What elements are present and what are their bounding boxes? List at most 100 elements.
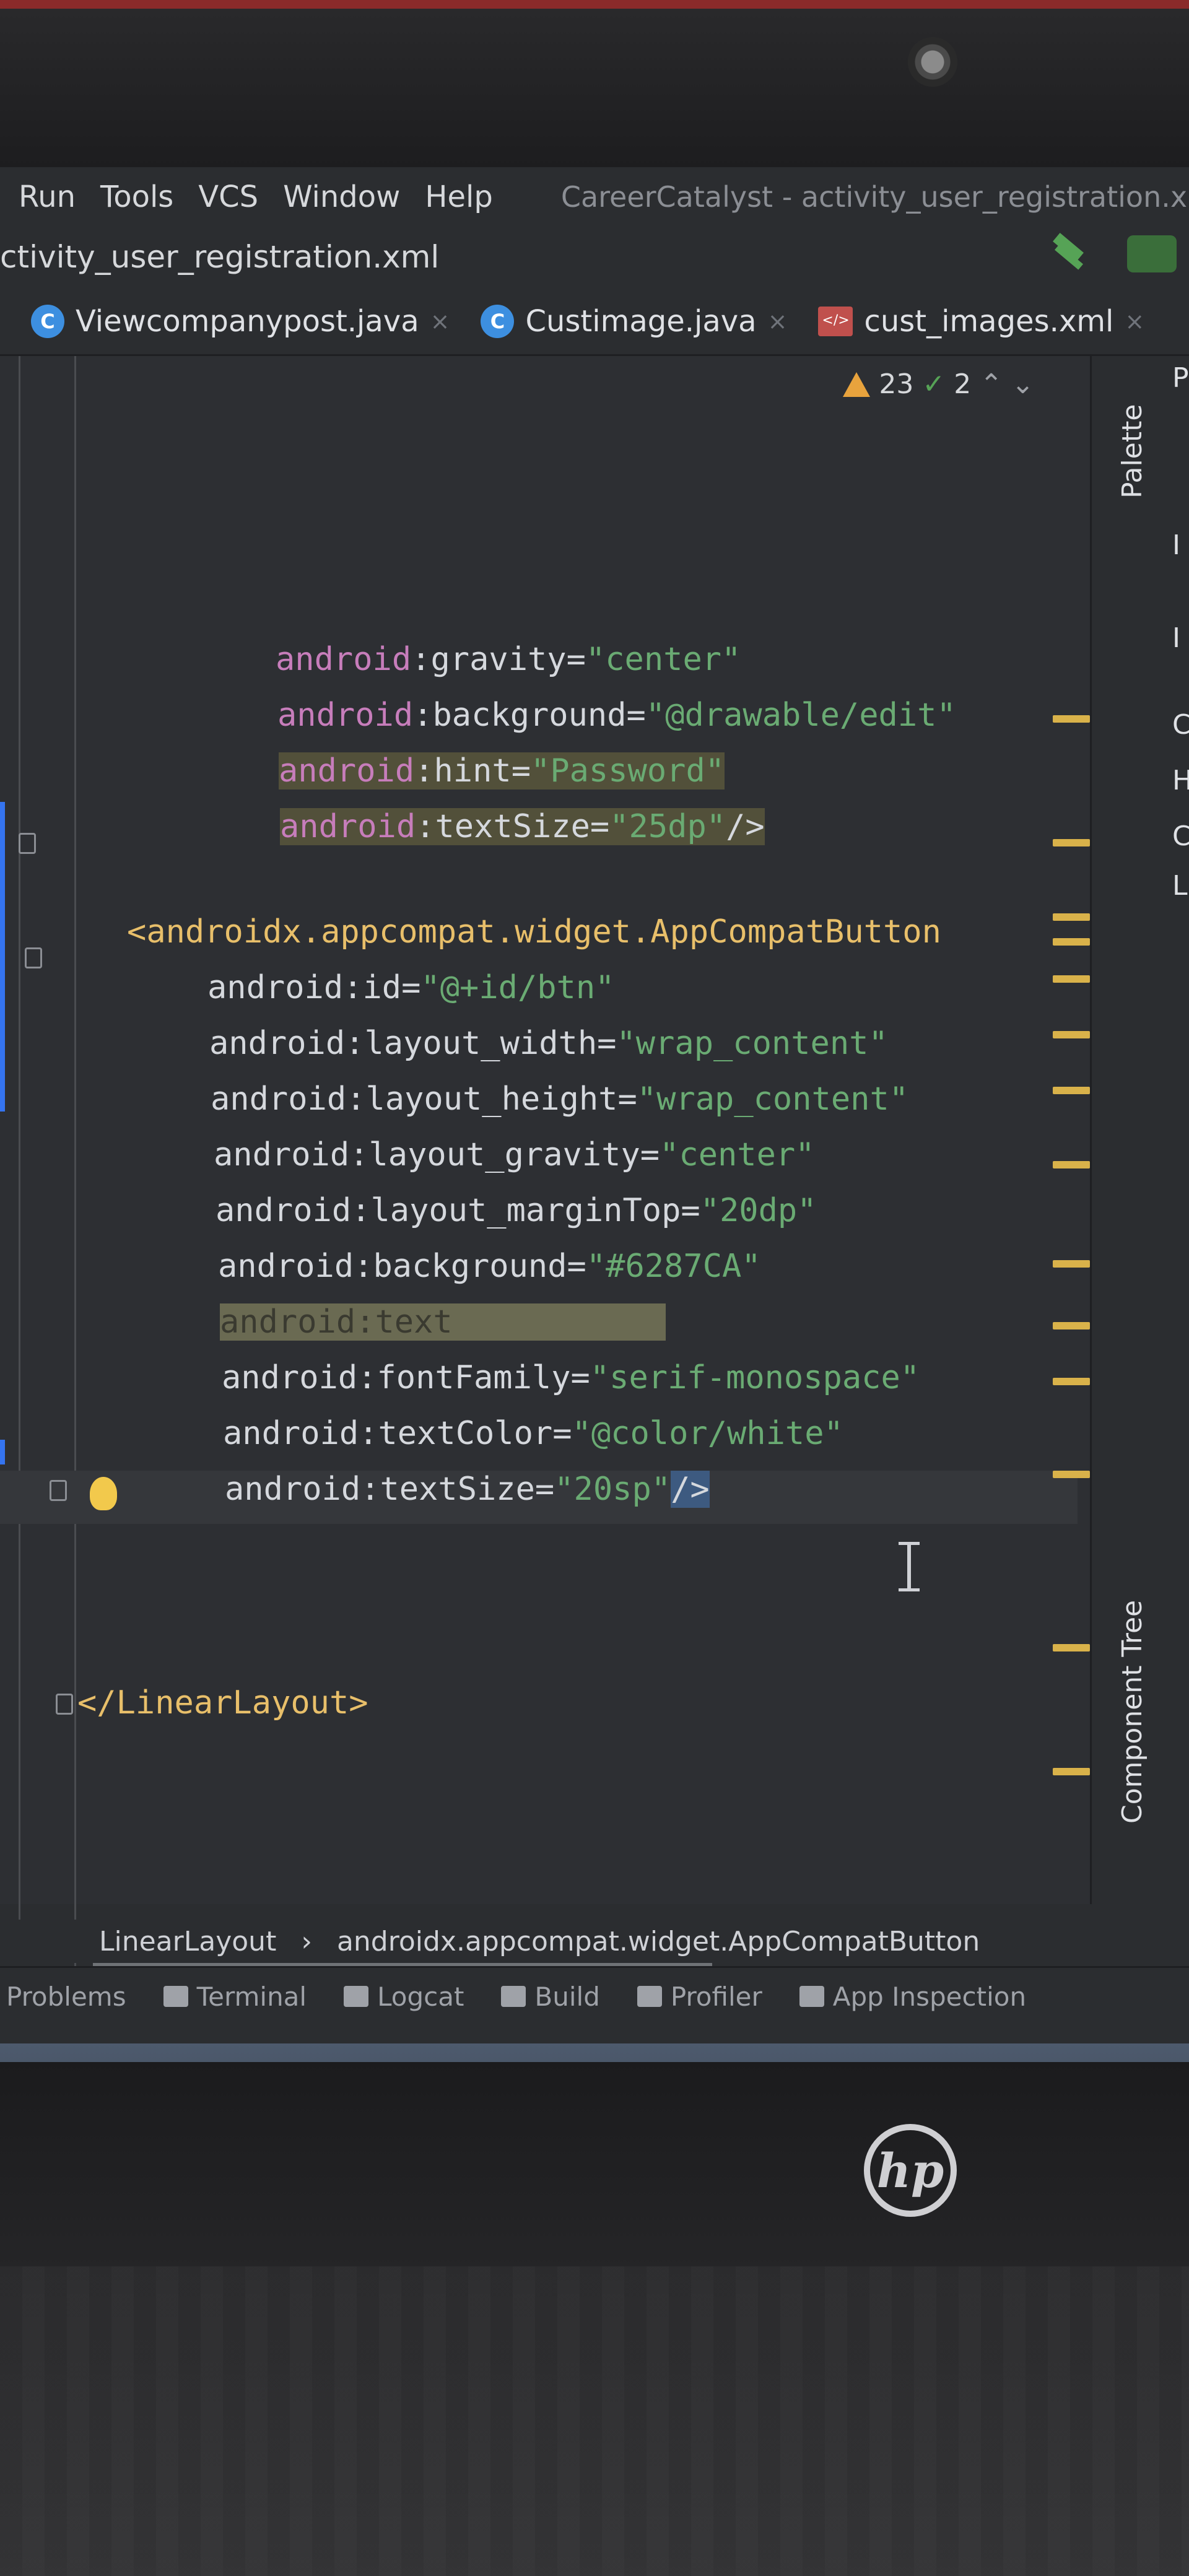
- tool-terminal[interactable]: Terminal: [163, 1982, 307, 2012]
- tool-window-bar: Problems Terminal Logcat Build Profiler …: [0, 1966, 1189, 2025]
- tool-profiler[interactable]: Profiler: [637, 1982, 762, 2012]
- keyboard-area: [0, 2266, 1189, 2576]
- breadcrumb-root[interactable]: LinearLayout: [99, 1926, 276, 1957]
- logcat-icon: [344, 1986, 369, 2007]
- scroll-marker: [1053, 913, 1090, 921]
- fold-icon[interactable]: [19, 833, 36, 854]
- warning-count: 23: [879, 368, 914, 400]
- inspection-widget[interactable]: 23 ✓ 2 ⌃ ⌄: [843, 368, 1034, 400]
- palette-tab[interactable]: Palette: [1117, 404, 1148, 498]
- panel-letter: P: [1172, 362, 1189, 394]
- profiler-icon: [637, 1986, 662, 2007]
- app-inspection-icon: [799, 1986, 824, 2007]
- background-strip: [0, 0, 1189, 9]
- scroll-marker: [1053, 715, 1090, 723]
- fold-icon[interactable]: [25, 947, 42, 968]
- chevron-down-icon[interactable]: ⌄: [1011, 368, 1034, 400]
- tool-build[interactable]: Build: [501, 1982, 600, 2012]
- tab-cust-images[interactable]: cust_images.xml ×: [818, 304, 1144, 339]
- warning-icon: [843, 372, 871, 397]
- scroll-marker: [1053, 1644, 1090, 1651]
- code-line: android:textSize="20sp"/>: [225, 1471, 710, 1508]
- webcam: [908, 37, 957, 87]
- scroll-marker: [1053, 1322, 1090, 1329]
- menu-help[interactable]: Help: [425, 180, 492, 214]
- change-marker: [0, 1440, 5, 1464]
- code-line: android:hint="Password": [279, 752, 725, 790]
- screen: Run Tools VCS Window Help CareerCatalyst…: [0, 167, 1189, 2062]
- windows-taskbar: [0, 2043, 1189, 2062]
- code-line: android:gravity="center": [276, 641, 741, 678]
- breadcrumb-leaf[interactable]: androidx.appcompat.widget.AppCompatButto…: [337, 1926, 980, 1957]
- menu-bar: Run Tools VCS Window Help CareerCatalyst…: [0, 167, 1189, 226]
- code-line: android:layout_width="wrap_content": [209, 1025, 888, 1062]
- panel-letter: C: [1172, 709, 1189, 741]
- close-icon[interactable]: ×: [430, 308, 450, 335]
- panel-letter: H: [1172, 765, 1189, 796]
- weak-warning-count: 2: [954, 368, 972, 400]
- tab-custimage[interactable]: C Custimage.java ×: [481, 304, 787, 339]
- tool-problems[interactable]: Problems: [6, 1982, 126, 2012]
- code-line: android:layout_height="wrap_content": [211, 1081, 909, 1118]
- scroll-marker: [1053, 1768, 1090, 1775]
- code-line: </LinearLayout>: [77, 1684, 368, 1721]
- build-icon: [501, 1986, 526, 2007]
- text-cursor-icon: [899, 1542, 920, 1591]
- code-line: android:layout_marginTop="20dp": [216, 1192, 817, 1229]
- panel-letter: I: [1172, 622, 1180, 654]
- menu-run[interactable]: Run: [19, 180, 76, 214]
- breadcrumb: LinearLayout › androidx.appcompat.widget…: [0, 1920, 1189, 1963]
- fold-icon[interactable]: [56, 1694, 73, 1715]
- lightbulb-icon[interactable]: [90, 1477, 117, 1510]
- code-line: android:text: [220, 1303, 666, 1341]
- weak-warning-icon: ✓: [922, 368, 946, 400]
- scroll-marker: [1053, 839, 1090, 846]
- terminal-icon: [163, 1986, 188, 2007]
- code-line: android:textColor="@color/white": [223, 1415, 843, 1452]
- scroll-marker: [1053, 1260, 1090, 1268]
- tab-label: Viewcompanypost.java: [76, 303, 419, 339]
- menu-vcs[interactable]: VCS: [198, 180, 258, 214]
- scroll-marker: [1053, 938, 1090, 946]
- close-icon[interactable]: ×: [768, 308, 788, 335]
- android-device-icon[interactable]: [1127, 235, 1177, 272]
- scroll-marker: [1053, 1161, 1090, 1168]
- code-line: android:id="@+id/btn": [207, 969, 615, 1006]
- build-hammer-icon[interactable]: [1047, 235, 1090, 272]
- scroll-marker: [1053, 1031, 1090, 1038]
- code-line: android:textSize="25dp"/>: [280, 808, 765, 845]
- code-line: android:fontFamily="serif-monospace": [222, 1359, 920, 1396]
- tab-label: Custimage.java: [525, 303, 757, 339]
- component-tree-tab[interactable]: Component Tree: [1117, 1600, 1148, 1824]
- scroll-marker: [1053, 1471, 1090, 1478]
- scroll-marker: [1053, 1087, 1090, 1094]
- current-file-path[interactable]: ctivity_user_registration.xml: [0, 239, 439, 275]
- fold-icon[interactable]: [50, 1480, 67, 1501]
- chevron-up-icon[interactable]: ⌃: [980, 368, 1003, 400]
- java-class-icon: C: [481, 304, 515, 338]
- right-tool-strip: Palette Component Tree P I I C H C L: [1090, 356, 1189, 1904]
- tool-logcat[interactable]: Logcat: [344, 1982, 464, 2012]
- tab-viewcompanypost[interactable]: C Viewcompanypost.java ×: [31, 304, 450, 339]
- panel-letter: C: [1172, 820, 1189, 852]
- gutter-divider: [74, 356, 76, 1966]
- tab-label: cust_images.xml: [864, 303, 1114, 339]
- xml-file-icon: [818, 306, 853, 336]
- close-icon[interactable]: ×: [1125, 308, 1144, 335]
- scroll-marker: [1053, 1378, 1090, 1385]
- laptop-top-bezel: [0, 0, 1189, 167]
- change-marker: [0, 802, 5, 1112]
- panel-letter: I: [1172, 529, 1180, 561]
- navigation-bar: ctivity_user_registration.xml: [0, 226, 1189, 288]
- code-line: android:layout_gravity="center": [214, 1136, 815, 1173]
- code-line: <androidx.appcompat.widget.AppCompatButt…: [127, 913, 941, 951]
- code-line: android:background="#6287CA": [218, 1248, 761, 1285]
- menu-tools[interactable]: Tools: [100, 180, 173, 214]
- menu-window[interactable]: Window: [283, 180, 400, 214]
- tool-app-inspection[interactable]: App Inspection: [799, 1982, 1026, 2012]
- hp-logo: hp: [864, 2124, 957, 2217]
- chevron-right-icon: ›: [301, 1925, 312, 1957]
- scroll-marker: [1053, 975, 1090, 983]
- window-title: CareerCatalyst - activity_user_registrat…: [560, 180, 1189, 214]
- code-editor[interactable]: 23 ✓ 2 ⌃ ⌄ android:gravity="center" andr…: [0, 356, 1090, 1973]
